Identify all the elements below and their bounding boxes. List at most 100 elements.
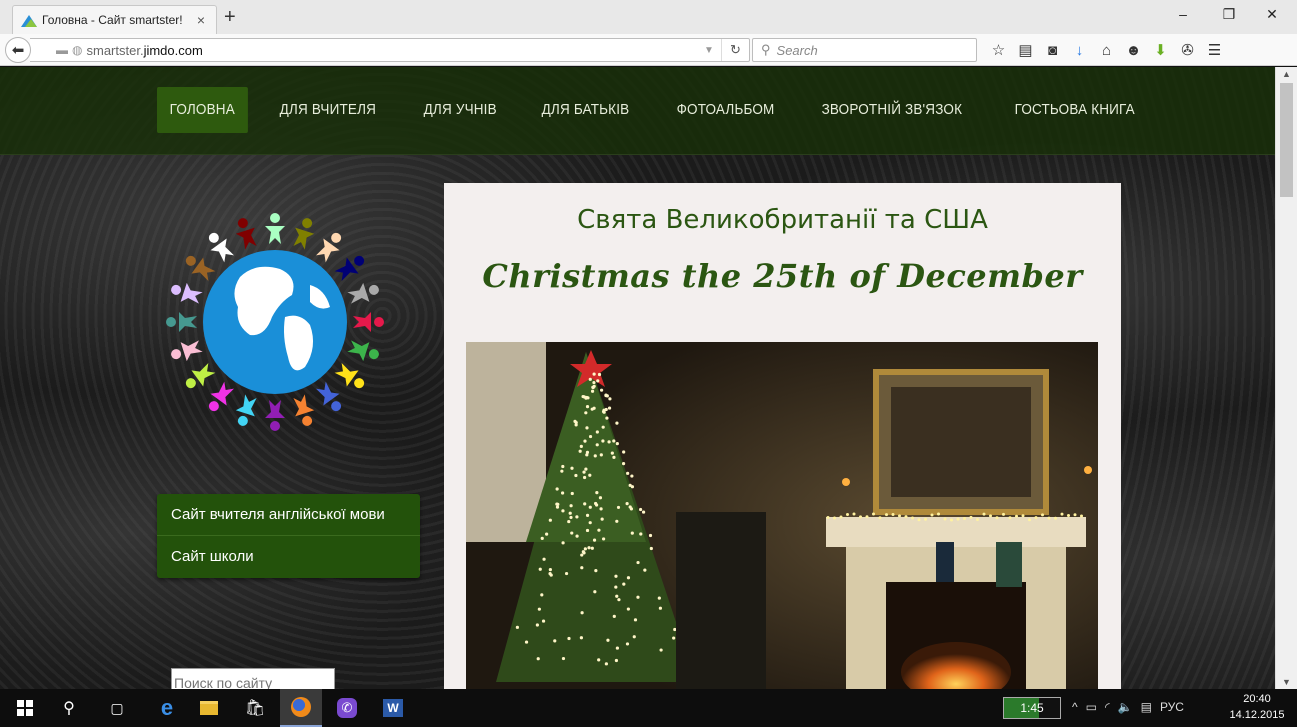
back-button[interactable]: ⬅: [5, 37, 31, 63]
store-icon: 🛍: [244, 700, 266, 717]
nav-item-feedback[interactable]: Зворотній зв'язок: [809, 87, 975, 133]
light-dot: [621, 462, 626, 466]
url-text[interactable]: smartster.jimdo.com: [86, 43, 697, 58]
side-link-english-teacher[interactable]: Сайт вчителя англійської мови: [157, 494, 420, 536]
person-figure-icon: [171, 282, 203, 304]
edge-button[interactable]: e: [146, 689, 188, 727]
light-dot: [601, 439, 605, 443]
store-button[interactable]: 🛍: [234, 689, 276, 727]
light-dot: [584, 396, 588, 400]
task-view-button[interactable]: ▢: [96, 689, 138, 727]
reading-list-icon[interactable]: ▤: [1012, 40, 1039, 60]
light-dot: [581, 550, 585, 554]
site-logo[interactable]: [160, 207, 390, 437]
light-dot: [597, 658, 601, 662]
light-dot: [643, 568, 647, 572]
chat-icon[interactable]: ☻: [1120, 40, 1147, 60]
battery-indicator[interactable]: 1:45: [1003, 697, 1061, 719]
scroll-down-icon[interactable]: ▼: [1276, 677, 1297, 687]
light-dot: [617, 598, 621, 602]
site-search-input[interactable]: [171, 668, 335, 689]
start-button[interactable]: [4, 689, 46, 727]
nav-item-guestbook[interactable]: Гостьова книга: [1002, 87, 1147, 133]
light-dot: [630, 474, 634, 478]
light-dot: [561, 656, 566, 661]
side-link-school[interactable]: Сайт школи: [157, 536, 420, 578]
light-dot: [891, 513, 895, 517]
light-dot: [956, 517, 960, 521]
wifi-icon[interactable]: ◜: [1105, 700, 1110, 714]
reload-icon[interactable]: ↻: [721, 39, 749, 61]
search-input[interactable]: ⚲ Search: [752, 38, 977, 62]
light-dot: [591, 385, 595, 389]
url-dropdown-icon[interactable]: ▼: [697, 45, 721, 56]
tab-close-icon[interactable]: ×: [194, 12, 208, 28]
light-dot: [556, 502, 560, 506]
home-icon[interactable]: ⌂: [1093, 40, 1120, 60]
viber-button[interactable]: ✆: [326, 689, 368, 727]
light-dot: [580, 553, 584, 557]
light-dot: [555, 487, 559, 491]
person-figure-icon: [334, 255, 365, 282]
light-dot: [599, 453, 603, 457]
firefox-button[interactable]: [280, 689, 322, 727]
menu-icon[interactable]: ☰: [1201, 40, 1228, 60]
light-dot: [540, 536, 544, 540]
light-dot: [648, 533, 653, 538]
nav-item-photo-album[interactable]: Фотоальбом: [664, 87, 787, 133]
light-dot: [587, 546, 591, 550]
nav-item-parents[interactable]: Для батьків: [529, 87, 642, 133]
light-dot: [1028, 518, 1031, 522]
light-dot: [596, 379, 600, 383]
scrollbar-thumb[interactable]: [1280, 83, 1293, 197]
page-icon: ▬: [56, 43, 68, 57]
light-dot: [545, 532, 549, 536]
light-dot: [614, 658, 619, 663]
notifications-icon[interactable]: ▤: [1141, 700, 1152, 714]
nav-item-teacher[interactable]: Для вчителя: [267, 87, 389, 133]
page-scrollbar[interactable]: ▲ ▼: [1275, 67, 1297, 689]
light-dot: [859, 515, 862, 519]
web-page: Головна Для вчителя Для учнів Для батькі…: [0, 67, 1275, 689]
browser-tab[interactable]: Головна - Сайт smartster! ×: [12, 5, 217, 34]
light-dot: [569, 515, 573, 520]
person-figure-icon: [293, 218, 315, 250]
pocket-icon[interactable]: ◙: [1039, 40, 1066, 60]
light-dot: [585, 453, 589, 457]
addon-download-icon[interactable]: ⬇: [1147, 40, 1174, 60]
light-dot: [564, 571, 569, 576]
light-dot: [615, 421, 619, 425]
file-explorer-button[interactable]: [188, 689, 230, 727]
light-dot: [597, 372, 602, 377]
taskbar-search-icon: ⚲: [63, 700, 75, 717]
search-button[interactable]: ⚲: [48, 689, 90, 727]
extension-icon[interactable]: ✇: [1174, 40, 1201, 60]
light-dot: [608, 397, 612, 401]
light-dot: [885, 513, 888, 517]
light-dot: [538, 567, 542, 571]
globe-icon: ◍: [72, 43, 83, 57]
light-dot: [636, 560, 640, 565]
word-button[interactable]: W: [372, 689, 414, 727]
light-dot: [561, 541, 565, 545]
scroll-up-icon[interactable]: ▲: [1276, 69, 1297, 79]
nav-item-students[interactable]: Для учнів: [411, 87, 509, 133]
battery-icon[interactable]: ▭: [1086, 700, 1097, 714]
star-icon[interactable]: ☆: [985, 40, 1012, 60]
restore-button[interactable]: ❐: [1206, 6, 1252, 23]
url-bar[interactable]: ▬ ◍ smartster.jimdo.com ▼ ↻: [30, 38, 750, 62]
light-dot: [555, 505, 560, 509]
volume-icon[interactable]: 🔈: [1118, 700, 1133, 714]
taskbar-clock[interactable]: 20:40 14.12.2015: [1222, 691, 1292, 723]
close-window-button[interactable]: ✕: [1249, 6, 1295, 23]
new-tab-button[interactable]: +: [224, 7, 236, 27]
light-dot: [628, 483, 632, 487]
language-indicator[interactable]: РУС: [1160, 700, 1184, 714]
light-dot: [584, 411, 588, 415]
nav-item-home[interactable]: Головна: [157, 87, 248, 133]
tray-chevron-icon[interactable]: ^: [1072, 700, 1078, 714]
download-icon[interactable]: ↓: [1066, 40, 1093, 60]
minimize-button[interactable]: –: [1160, 6, 1206, 22]
light-dot: [584, 467, 588, 471]
light-dot: [989, 514, 992, 518]
